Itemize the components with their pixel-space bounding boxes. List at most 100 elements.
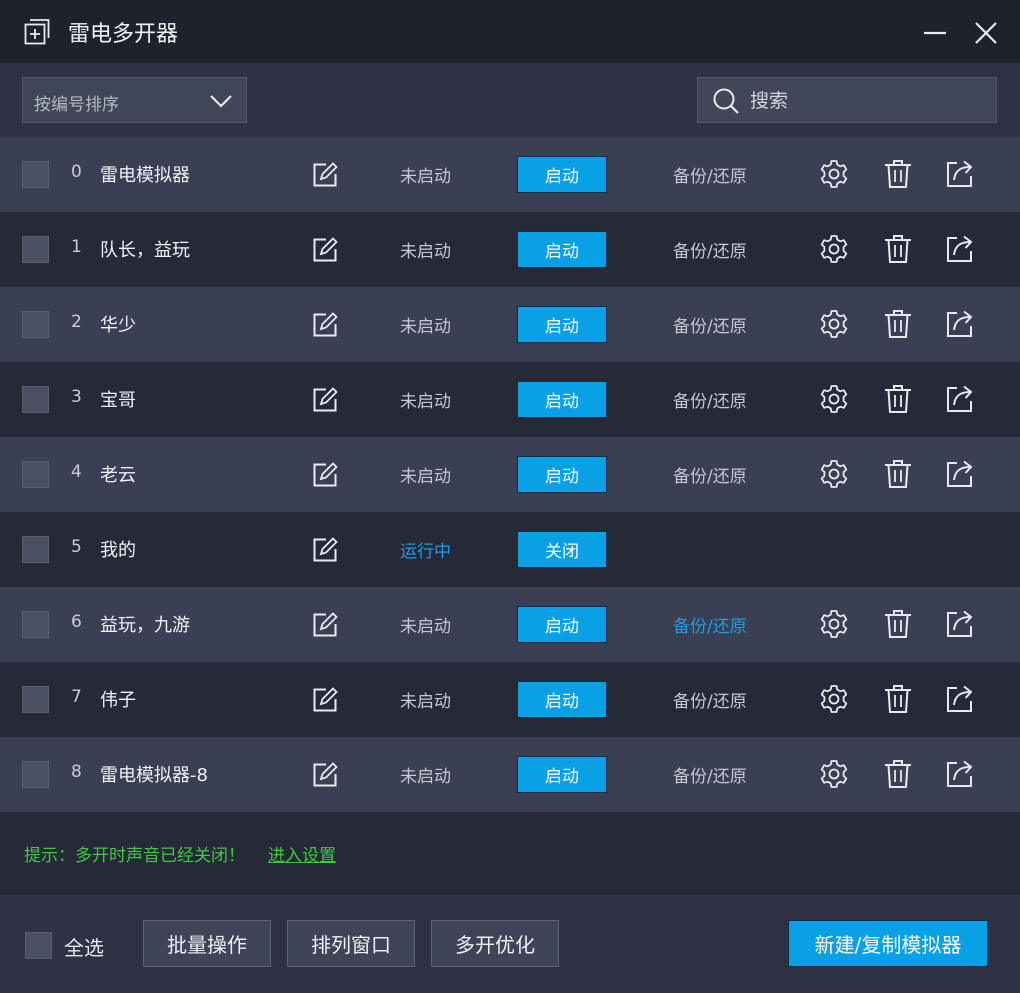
row-checkbox[interactable] (22, 386, 49, 413)
backup-restore-link[interactable]: 备份/还原 (673, 237, 747, 262)
search-box (697, 77, 997, 123)
trash-icon[interactable] (884, 384, 912, 414)
share-icon[interactable] (945, 609, 975, 639)
instance-status: 未启动 (400, 242, 451, 262)
row-checkbox[interactable] (22, 761, 49, 788)
minimize-icon[interactable] (922, 20, 948, 46)
instance-index: 3 (71, 387, 82, 407)
start-stop-button[interactable]: 启动 (517, 456, 607, 493)
share-icon[interactable] (945, 384, 975, 414)
gear-icon[interactable] (819, 234, 849, 264)
start-stop-button[interactable]: 启动 (517, 306, 607, 343)
backup-restore-link[interactable]: 备份/还原 (673, 612, 747, 637)
trash-icon[interactable] (884, 309, 912, 339)
chevron-down-icon (210, 95, 232, 108)
instance-row: 2 华少 未启动 启动 备份/还原 (0, 287, 1020, 362)
hint-text: 提示：多开时声音已经关闭！ (24, 846, 245, 866)
new-copy-emulator-button[interactable]: 新建/复制模拟器 (788, 920, 988, 967)
instance-name: 华少 (100, 315, 136, 336)
instance-row: 6 益玩，九游 未启动 启动 备份/还原 (0, 587, 1020, 662)
row-checkbox[interactable] (22, 536, 49, 563)
start-stop-button[interactable]: 启动 (517, 756, 607, 793)
instance-status: 未启动 (400, 467, 451, 487)
share-icon[interactable] (945, 684, 975, 714)
share-icon[interactable] (945, 159, 975, 189)
select-all-checkbox[interactable] (25, 932, 52, 959)
edit-icon[interactable] (312, 312, 338, 338)
trash-icon[interactable] (884, 459, 912, 489)
instance-row: 4 老云 未启动 启动 备份/还原 (0, 437, 1020, 512)
title-bar: 雷电多开器 (0, 0, 1020, 63)
gear-icon[interactable] (819, 459, 849, 489)
instance-index: 7 (71, 687, 82, 707)
backup-restore-link[interactable]: 备份/还原 (673, 687, 747, 712)
instance-status: 未启动 (400, 392, 451, 412)
search-icon (713, 88, 739, 114)
instance-name: 伟子 (100, 690, 136, 711)
trash-icon[interactable] (884, 759, 912, 789)
instance-index: 5 (71, 537, 82, 557)
instance-index: 0 (71, 162, 82, 182)
instance-name: 雷电模拟器 (100, 165, 190, 186)
start-stop-button[interactable]: 启动 (517, 606, 607, 643)
gear-icon[interactable] (819, 384, 849, 414)
instance-index: 6 (71, 612, 82, 632)
row-checkbox[interactable] (22, 461, 49, 488)
edit-icon[interactable] (312, 387, 338, 413)
gear-icon[interactable] (819, 759, 849, 789)
instance-row: 5 我的 运行中 关闭 (0, 512, 1020, 587)
row-checkbox[interactable] (22, 686, 49, 713)
share-icon[interactable] (945, 759, 975, 789)
search-input[interactable] (750, 88, 980, 114)
backup-restore-link[interactable]: 备份/还原 (673, 762, 747, 787)
gear-icon[interactable] (819, 609, 849, 639)
share-icon[interactable] (945, 234, 975, 264)
trash-icon[interactable] (884, 159, 912, 189)
start-stop-button[interactable]: 启动 (517, 231, 607, 268)
instance-status: 未启动 (400, 317, 451, 337)
backup-restore-link[interactable]: 备份/还原 (673, 462, 747, 487)
batch-operation-button[interactable]: 批量操作 (143, 920, 271, 967)
trash-icon[interactable] (884, 684, 912, 714)
gear-icon[interactable] (819, 684, 849, 714)
arrange-windows-button[interactable]: 排列窗口 (287, 920, 415, 967)
backup-restore-link[interactable]: 备份/还原 (673, 162, 747, 187)
instance-row: 8 雷电模拟器-8 未启动 启动 备份/还原 (0, 737, 1020, 812)
instance-index: 4 (71, 462, 82, 482)
multi-optimize-button[interactable]: 多开优化 (431, 920, 559, 967)
gear-icon[interactable] (819, 159, 849, 189)
instance-name: 老云 (100, 465, 136, 486)
instance-status: 未启动 (400, 167, 451, 187)
share-icon[interactable] (945, 309, 975, 339)
backup-restore-link[interactable]: 备份/还原 (673, 312, 747, 337)
row-checkbox[interactable] (22, 236, 49, 263)
backup-restore-link[interactable]: 备份/还原 (673, 387, 747, 412)
instance-name: 队长，益玩 (100, 240, 190, 261)
edit-icon[interactable] (312, 537, 338, 563)
start-stop-button[interactable]: 启动 (517, 156, 607, 193)
edit-icon[interactable] (312, 237, 338, 263)
trash-icon[interactable] (884, 234, 912, 264)
instance-row: 1 队长，益玩 未启动 启动 备份/还原 (0, 212, 1020, 287)
start-stop-button[interactable]: 关闭 (517, 531, 607, 568)
edit-icon[interactable] (312, 687, 338, 713)
edit-icon[interactable] (312, 462, 338, 488)
start-stop-button[interactable]: 启动 (517, 681, 607, 718)
edit-icon[interactable] (312, 612, 338, 638)
sort-dropdown[interactable]: 按编号排序 (22, 77, 247, 123)
row-checkbox[interactable] (22, 611, 49, 638)
trash-icon[interactable] (884, 609, 912, 639)
row-checkbox[interactable] (22, 311, 49, 338)
edit-icon[interactable] (312, 162, 338, 188)
gear-icon[interactable] (819, 309, 849, 339)
open-settings-link[interactable]: 进入设置 (268, 841, 336, 866)
row-checkbox[interactable] (22, 161, 49, 188)
start-stop-button[interactable]: 启动 (517, 381, 607, 418)
toolbar: 按编号排序 (0, 63, 1020, 137)
select-all-label: 全选 (64, 936, 104, 960)
instance-index: 2 (71, 312, 82, 332)
share-icon[interactable] (945, 459, 975, 489)
instance-status: 未启动 (400, 692, 451, 712)
close-icon[interactable] (972, 19, 1000, 47)
edit-icon[interactable] (312, 762, 338, 788)
